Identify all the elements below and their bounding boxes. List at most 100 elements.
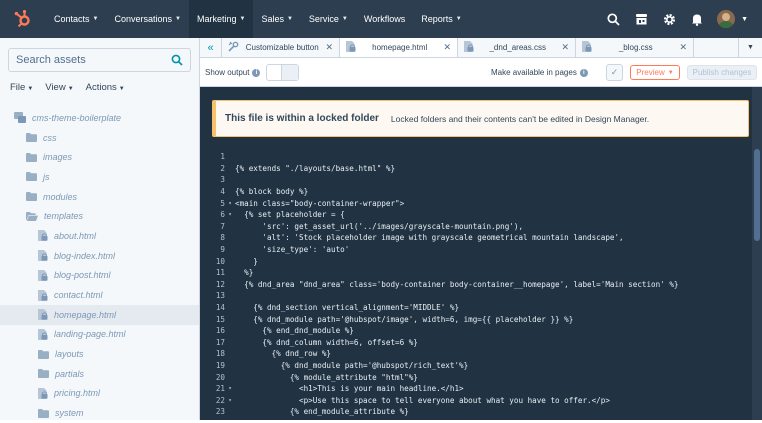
search-icon[interactable] (599, 0, 627, 38)
tree-item[interactable]: css (0, 128, 199, 148)
code-text: %} (235, 268, 254, 278)
search-icon[interactable] (171, 54, 183, 69)
banner-text: Locked folders and their contents can't … (390, 113, 650, 124)
line-number: 14 (215, 303, 225, 313)
tree-item[interactable]: landing-page.html (0, 325, 199, 345)
code-text: {% dnd_row %} (235, 349, 332, 359)
show-output-toggle[interactable] (266, 64, 299, 81)
theme-icon (14, 112, 26, 124)
preview-button[interactable]: Preview ▼ (630, 65, 680, 80)
fold-arrow-icon[interactable]: ▾ (225, 397, 235, 404)
close-icon[interactable]: ✕ (679, 42, 687, 53)
tab-blog-css[interactable]: _blog.css ✕ (576, 38, 694, 57)
locked-file-icon (38, 387, 48, 399)
code-text: {% dnd_module path='@hubspot/image', wid… (235, 314, 574, 324)
code-lines: 1 2 {% extends "./layouts/base.html" %} 3 4 {… (200, 151, 750, 418)
marketplace-icon[interactable] (627, 0, 655, 38)
search-assets-input[interactable]: Search assets (8, 48, 191, 72)
search-placeholder: Search assets (16, 54, 86, 66)
menu-actions[interactable]: Actions ▼ (86, 82, 125, 93)
code-line: 4 {% block body %} (200, 186, 750, 198)
nav-item-service[interactable]: Service ▼ (301, 0, 356, 38)
tree-item[interactable]: system (0, 403, 199, 423)
notifications-icon[interactable] (683, 0, 711, 38)
nav-item-conversations[interactable]: Conversations ▼ (106, 0, 188, 38)
code-line: 16 {% end_dnd_module %} (200, 325, 750, 337)
tree-item[interactable]: partials (0, 364, 199, 384)
nav-item-reports[interactable]: Reports ▼ (413, 0, 469, 38)
tree-item[interactable]: layouts (0, 344, 199, 364)
file-lock-icon (464, 41, 474, 54)
collapse-sidebar-icon[interactable]: « (200, 38, 222, 57)
chevron-down-icon[interactable]: ▼ (741, 16, 748, 23)
tree-item[interactable]: pricing.html (0, 384, 199, 404)
line-number: 17 (215, 337, 225, 347)
file-tree: cms-theme-boilerplate css images js modules t… (0, 108, 199, 423)
close-icon[interactable]: ✕ (561, 42, 569, 53)
folder-icon (38, 408, 49, 418)
tree-item-label: modules (43, 191, 78, 202)
info-icon[interactable]: i (579, 68, 588, 77)
info-icon[interactable]: i (252, 68, 261, 77)
tree-item-label: layouts (55, 349, 84, 360)
code-line: 11 %} (200, 267, 750, 279)
locked-file-icon (38, 328, 48, 340)
folder-icon (26, 172, 37, 182)
tree-item-label: css (43, 132, 57, 143)
hubspot-logo-icon[interactable] (0, 0, 46, 38)
tree-item[interactable]: about.html (0, 226, 199, 246)
tree-item[interactable]: templates (0, 206, 199, 226)
locked-file-icon (38, 289, 48, 301)
close-icon[interactable]: ✕ (325, 42, 333, 53)
publish-label: Publish changes (692, 68, 752, 77)
settings-icon[interactable] (655, 0, 683, 38)
tree-item-label: js (43, 171, 50, 182)
scrollbar-thumb[interactable] (754, 149, 760, 241)
file-lock-icon (582, 41, 592, 54)
code-editor[interactable]: This file is within a locked folder Lock… (200, 87, 762, 420)
tab-label: homepage.html (372, 43, 428, 52)
folder-icon (38, 349, 49, 359)
tree-item[interactable]: contact.html (0, 285, 199, 305)
tree-item[interactable]: images (0, 147, 199, 167)
fold-arrow-icon[interactable]: ▾ (225, 385, 235, 392)
line-number: 15 (215, 314, 225, 324)
make-available-checkbox[interactable]: ✓ (606, 64, 623, 81)
line-number: 7 (220, 221, 225, 231)
nav-menu: Contacts ▼ Conversations ▼ Marketing ▼ Sales ▼ S… (46, 0, 470, 38)
menu-file[interactable]: File ▼ (10, 82, 33, 93)
tree-item-label: system (55, 408, 84, 419)
folder-icon (26, 192, 37, 202)
editor-scrollbar[interactable] (752, 87, 762, 420)
nav-item-label: Marketing (196, 14, 237, 24)
nav-item-marketing[interactable]: Marketing ▼ (188, 0, 254, 38)
nav-item-contacts[interactable]: Contacts ▼ (46, 0, 106, 38)
code-line: 3 (200, 174, 750, 186)
chevron-down-icon: ▼ (118, 86, 125, 92)
menu-view[interactable]: View ▼ (45, 82, 73, 93)
tree-item[interactable]: modules (0, 187, 199, 207)
tab-homepage-html[interactable]: homepage.html ✕ (340, 38, 458, 57)
line-number: 22 (215, 395, 225, 405)
fold-arrow-icon[interactable]: ▾ (225, 200, 235, 207)
tree-item[interactable]: cms-theme-boilerplate (0, 108, 199, 128)
tree-item[interactable]: homepage.html (0, 304, 199, 325)
tabs-dropdown-icon[interactable]: ▼ (738, 38, 762, 57)
publish-changes-button[interactable]: Publish changes (687, 65, 757, 80)
tab-customizable-button[interactable]: Customizable button ✕ (222, 38, 340, 57)
tab-dnd-areas-css[interactable]: _dnd_areas.css ✕ (458, 38, 576, 57)
file-lock-icon (346, 41, 356, 54)
nav-item-workflows[interactable]: Workflows (356, 0, 413, 38)
code-text: 'size_type': 'auto' (235, 245, 350, 255)
tree-item[interactable]: js (0, 167, 199, 187)
tree-item[interactable]: blog-index.html (0, 246, 199, 266)
locked-file-icon (38, 309, 48, 321)
nav-item-label: Conversations (114, 14, 173, 24)
fold-arrow-icon[interactable]: ▾ (225, 211, 235, 218)
nav-utility-icons: ▼ (599, 0, 762, 38)
tree-item[interactable]: blog-post.html (0, 266, 199, 286)
user-avatar[interactable] (717, 10, 736, 28)
close-icon[interactable]: ✕ (443, 42, 451, 53)
make-available-label: Make available in pages (491, 68, 577, 77)
nav-item-sales[interactable]: Sales ▼ (253, 0, 300, 38)
